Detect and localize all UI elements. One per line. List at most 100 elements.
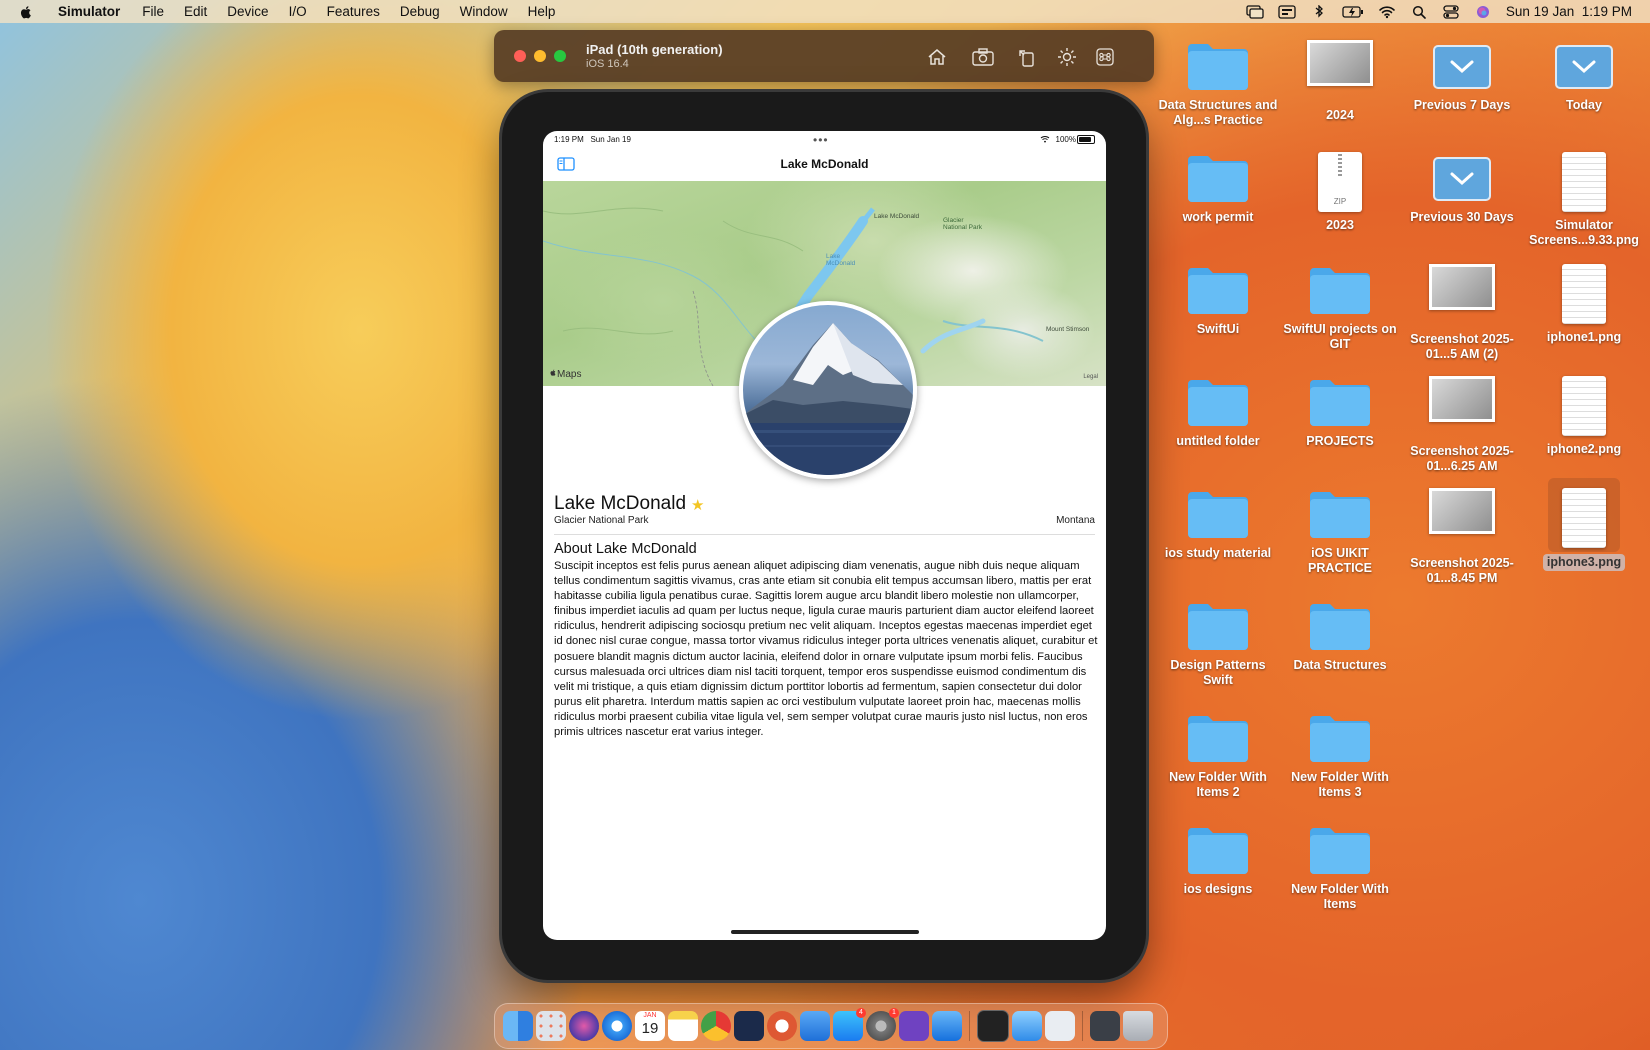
menu-help[interactable]: Help <box>518 4 566 19</box>
desktop-item-previous-30-days[interactable]: Previous 30 Days <box>1402 152 1522 225</box>
desktop-item-new-folder-with-items-2[interactable]: New Folder With Items 2 <box>1158 712 1278 800</box>
desktop-item-new-folder-with-items-3[interactable]: New Folder With Items 3 <box>1280 712 1400 800</box>
desktop-item-today[interactable]: Today <box>1524 40 1644 113</box>
preview-icon[interactable] <box>1012 1011 1042 1041</box>
wifi-icon[interactable] <box>1378 5 1396 19</box>
chrome-icon[interactable] <box>701 1011 731 1041</box>
desktop-item-simulator-screens-9-33-png[interactable]: Simulator Screens...9.33.png <box>1524 152 1644 248</box>
home-indicator[interactable] <box>731 930 919 934</box>
desktop-item-2023[interactable]: ZIP 2023 <box>1280 152 1400 233</box>
keyboard-command-icon <box>1096 48 1114 66</box>
menu-app-name[interactable]: Simulator <box>48 4 132 19</box>
nav-title: Lake McDonald <box>780 157 869 171</box>
xcode-icon[interactable] <box>932 1011 962 1041</box>
stack-icon <box>1524 40 1644 92</box>
duckduckgo-icon[interactable] <box>767 1011 797 1041</box>
desktop-item-previous-7-days[interactable]: Previous 7 Days <box>1402 40 1522 113</box>
app-store-icon[interactable]: 4 <box>833 1008 866 1041</box>
desktop-item-label: Design Patterns Swift <box>1170 658 1266 687</box>
folder-icon <box>1158 824 1278 876</box>
desktop-item-ios-study-material[interactable]: ios study material <box>1158 488 1278 561</box>
siri-icon[interactable] <box>1474 5 1492 19</box>
desktop-item-new-folder-with-items[interactable]: New Folder With Items <box>1280 824 1400 912</box>
menu-clock[interactable]: Sun 19 Jan 1:19 PM <box>1506 4 1632 19</box>
map-label-lake-mcdonald-south: Lake McDonald <box>826 253 856 267</box>
calendar-icon[interactable]: JAN 19 <box>635 1011 665 1041</box>
folder-icon <box>1158 376 1278 428</box>
finder-icon[interactable] <box>503 1011 533 1041</box>
minimize-window-button[interactable] <box>534 50 546 62</box>
desktop-item-data-structures-and-alg-s-practice[interactable]: Data Structures and Alg...s Practice <box>1158 40 1278 128</box>
desktop-item-label: Today <box>1566 98 1602 112</box>
map-label-mount-stimson[interactable]: Mount Stimson <box>1046 326 1089 333</box>
menu-device[interactable]: Device <box>217 4 278 19</box>
desktop-item-ios-uikit-practice[interactable]: iOS UIKIT PRACTICE <box>1280 488 1400 576</box>
desktop-item-label: untitled folder <box>1176 434 1260 448</box>
input-menu-icon[interactable] <box>1278 4 1296 19</box>
about-body: Suscipit inceptos est felis purus aenean… <box>554 560 1098 739</box>
rotate-button[interactable] <box>1014 44 1040 70</box>
downloads-stack-icon[interactable] <box>1090 1011 1120 1041</box>
system-settings-icon[interactable]: 1 <box>866 1008 899 1041</box>
desktop-item-label: iphone3.png <box>1542 554 1626 571</box>
keyboard-shortcut-button[interactable] <box>1092 44 1118 70</box>
menu-features[interactable]: Features <box>317 4 390 19</box>
map-label-lake-mcdonald-north[interactable]: Lake McDonald <box>874 213 919 220</box>
notes-icon[interactable] <box>668 1011 698 1041</box>
menu-io[interactable]: I/O <box>279 4 317 19</box>
desktop-item-iphone3-png[interactable]: iphone3.png <box>1524 488 1644 571</box>
desktop-item-iphone1-png[interactable]: iphone1.png <box>1524 264 1644 345</box>
dock: JAN 19 4 1 <box>494 1003 1168 1049</box>
status-battery-icon <box>1077 135 1095 144</box>
siri-icon[interactable] <box>569 1011 599 1041</box>
screen-mirroring-icon[interactable] <box>1246 4 1264 19</box>
battery-charging-icon[interactable] <box>1342 5 1364 19</box>
spotlight-search-icon[interactable] <box>1410 5 1428 19</box>
appearance-button[interactable] <box>1054 44 1080 70</box>
github-desktop-icon[interactable] <box>899 1011 929 1041</box>
desktop-item-iphone2-png[interactable]: iphone2.png <box>1524 376 1644 457</box>
home-button[interactable] <box>924 44 950 70</box>
instruments-icon[interactable] <box>734 1011 764 1041</box>
zoom-window-button[interactable] <box>554 50 566 62</box>
folder-icon <box>1280 824 1400 876</box>
launchpad-icon[interactable] <box>536 1011 566 1041</box>
screenshot-button[interactable] <box>970 44 996 70</box>
favorite-star-icon[interactable]: ★ <box>691 496 704 514</box>
close-window-button[interactable] <box>514 50 526 62</box>
desktop-item-2024[interactable]: 2024 <box>1280 40 1400 123</box>
menu-edit[interactable]: Edit <box>174 4 217 19</box>
desktop-item-work-permit[interactable]: work permit <box>1158 152 1278 225</box>
desktop-item-label: SwiftUi <box>1196 322 1240 336</box>
bluetooth-icon[interactable] <box>1310 4 1328 19</box>
rotate-icon <box>1019 50 1034 67</box>
control-center-icon[interactable] <box>1442 4 1460 19</box>
map-label-glacier-np[interactable]: Glacier National Park <box>943 217 989 231</box>
multitasking-dots-icon[interactable]: ••• <box>813 133 829 147</box>
simulator-titlebar: iPad (10th generation) iOS 16.4 <box>494 30 1154 82</box>
terminal-icon[interactable] <box>977 1010 1009 1042</box>
desktop-item-label: iphone1.png <box>1546 330 1622 344</box>
desktop-item-untitled-folder[interactable]: untitled folder <box>1158 376 1278 449</box>
desktop-item-swiftui-projects-on-git[interactable]: SwiftUI projects on GIT <box>1280 264 1400 352</box>
xcode-helper-icon[interactable] <box>800 1011 830 1041</box>
menu-window[interactable]: Window <box>450 4 518 19</box>
desktop-item-screenshot-2025-01-5-am-2[interactable]: Screenshot 2025-01...5 AM (2) <box>1402 264 1522 362</box>
desktop-item-label: iphone2.png <box>1546 442 1622 456</box>
desktop-item-projects[interactable]: PROJECTS <box>1280 376 1400 449</box>
folder-icon <box>1280 488 1400 540</box>
trash-icon[interactable] <box>1123 1011 1153 1041</box>
safari-icon[interactable] <box>602 1011 632 1041</box>
apple-menu-icon[interactable] <box>18 4 34 20</box>
desktop-item-screenshot-2025-01-8-45-pm[interactable]: Screenshot 2025-01...8.45 PM <box>1402 488 1522 586</box>
map-legal-link[interactable]: Legal <box>1083 374 1098 380</box>
desktop-item-swiftui[interactable]: SwiftUi <box>1158 264 1278 337</box>
desktop-item-data-structures[interactable]: Data Structures <box>1280 600 1400 673</box>
menu-debug[interactable]: Debug <box>390 4 450 19</box>
menu-file[interactable]: File <box>132 4 174 19</box>
desktop-item-screenshot-2025-01-6-25-am[interactable]: Screenshot 2025-01...6.25 AM <box>1402 376 1522 474</box>
ios-status-bar: 1:19 PM Sun Jan 19 ••• 100% <box>543 131 1106 149</box>
desktop-item-design-patterns-swift[interactable]: Design Patterns Swift <box>1158 600 1278 688</box>
screenshot-app-icon[interactable] <box>1045 1011 1075 1041</box>
desktop-item-ios-designs[interactable]: ios designs <box>1158 824 1278 897</box>
